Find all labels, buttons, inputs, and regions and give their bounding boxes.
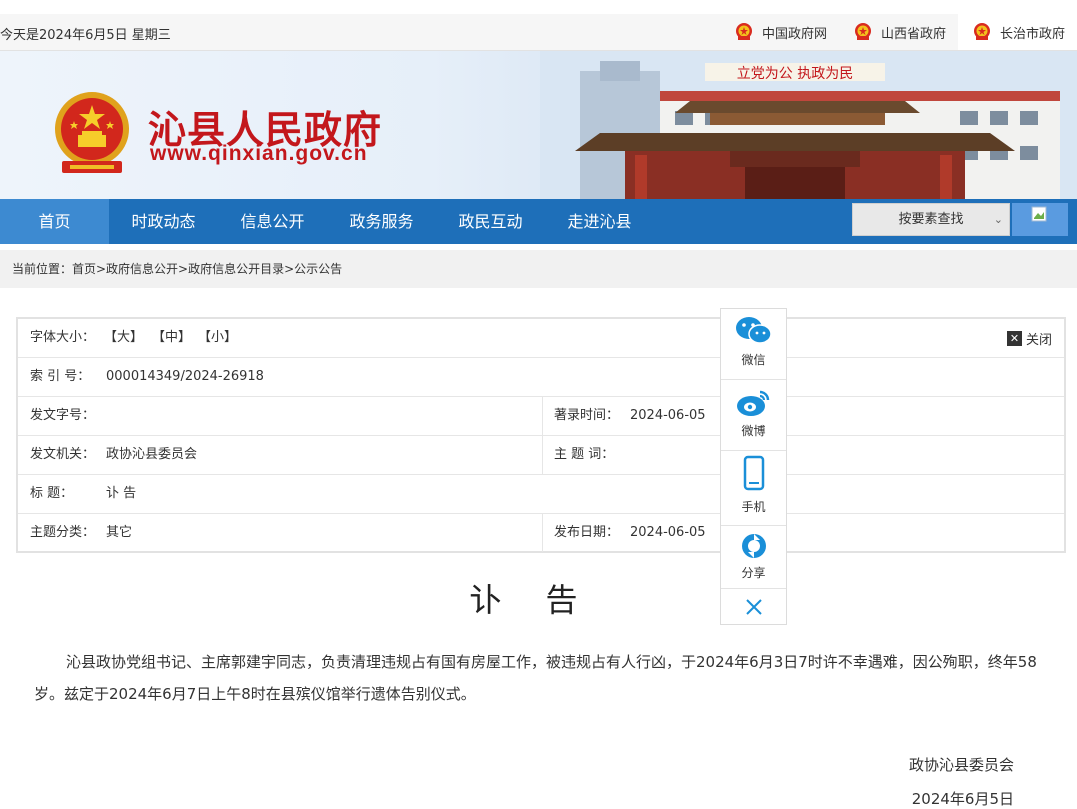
- chevron-down-icon: ⌄: [993, 213, 1003, 226]
- link-shanxi-gov[interactable]: 山西省政府: [839, 14, 958, 50]
- keywords-label: 主 题 词：: [554, 447, 615, 462]
- nav-item-info-open[interactable]: 信息公开: [218, 199, 327, 244]
- nav-item-about-qinxian[interactable]: 走进沁县: [545, 199, 654, 244]
- share-weibo-label: 微博: [741, 424, 766, 438]
- column-divider: [542, 436, 543, 474]
- broken-image-icon: [1031, 206, 1047, 222]
- share-weibo-button[interactable]: 微博: [721, 380, 786, 451]
- mobile-phone-icon: [743, 455, 765, 491]
- font-size-large-link[interactable]: 【大】: [104, 319, 143, 357]
- meta-row-title: 标 题： 讣 告: [18, 475, 1064, 514]
- national-emblem-icon: [973, 23, 990, 40]
- nav-item-news[interactable]: 时政动态: [109, 199, 218, 244]
- share-icon: [742, 534, 766, 558]
- document-title: 讣告: [469, 581, 622, 619]
- publish-date-value: 2024-06-05: [630, 525, 706, 540]
- national-emblem-logo[interactable]: [52, 91, 132, 177]
- title-value: 讣 告: [106, 486, 137, 501]
- publish-date-label: 发布日期：: [554, 525, 620, 540]
- gate-building-image: 立党为公 执政为民: [540, 51, 1077, 199]
- meta-row-index: 索 引 号： 000014349/2024-26918: [18, 358, 1064, 397]
- share-mobile-button[interactable]: 手机: [721, 451, 786, 526]
- search-type-value: 按要素查找: [898, 212, 964, 227]
- record-time-value: 2024-06-05: [630, 408, 706, 423]
- document-date: 2024年6月5日: [911, 790, 1014, 808]
- link-changzhi-gov-label: 长治市政府: [999, 26, 1065, 42]
- close-button[interactable]: ✕ 关闭: [1006, 319, 1052, 357]
- link-changzhi-gov[interactable]: 长治市政府: [957, 14, 1077, 50]
- current-date: 今天是2024年6月5日 星期三: [0, 28, 171, 43]
- close-icon: ✕: [1006, 330, 1022, 346]
- document-meta-table: 字体大小： 【大】 【中】 【小】 ✕ 关闭 索 引 号： 000014349/…: [16, 317, 1066, 553]
- meta-row-issuer: 发文机关： 政协沁县委员会 主 题 词：: [18, 436, 1064, 475]
- document-body: 沁县政协党组书记、主席郭建宇同志，负责清理违规占有国有房屋工作，被违规占有人行凶…: [34, 653, 1037, 703]
- share-wechat-label: 微信: [741, 353, 766, 367]
- column-divider: [542, 514, 543, 552]
- share-mobile-label: 手机: [741, 500, 766, 514]
- document-signature: 政协沁县委员会: [908, 756, 1014, 774]
- category-value: 其它: [106, 525, 133, 540]
- top-bar: 今天是2024年6月5日 星期三 中国政府网 山西省政府 长治市政府: [0, 14, 1077, 51]
- share-wechat-button[interactable]: 微信: [721, 309, 786, 380]
- nav-item-interaction[interactable]: 政民互动: [436, 199, 545, 244]
- font-size-medium-link[interactable]: 【中】: [152, 319, 191, 357]
- issuer-label: 发文机关：: [30, 447, 96, 462]
- wechat-icon: [736, 317, 772, 344]
- record-time-label: 著录时间：: [554, 408, 620, 423]
- top-links: 中国政府网 山西省政府 长治市政府: [720, 14, 1077, 50]
- meta-row-category: 主题分类： 其它 发布日期： 2024-06-05: [18, 514, 1064, 552]
- font-size-small-link[interactable]: 【小】: [198, 319, 237, 357]
- link-china-gov[interactable]: 中国政府网: [720, 14, 839, 50]
- meta-row-font-size: 字体大小： 【大】 【中】 【小】 ✕ 关闭: [18, 319, 1064, 358]
- breadcrumb: 当前位置：首页>政府信息公开>政府信息公开目录>公示公告: [0, 250, 1077, 288]
- national-emblem-icon: [854, 23, 871, 40]
- site-url[interactable]: www.qinxian.gov.cn: [150, 142, 368, 166]
- meta-row-docno: 发文字号： 著录时间： 2024-06-05: [18, 397, 1064, 436]
- breadcrumb-text[interactable]: 当前位置：首页>政府信息公开>政府信息公开目录>公示公告: [12, 262, 342, 276]
- link-china-gov-label: 中国政府网: [761, 26, 827, 42]
- font-size-label: 字体大小：: [30, 330, 96, 345]
- nav-item-home[interactable]: 首页: [0, 199, 109, 244]
- doc-no-label: 发文字号：: [30, 408, 96, 423]
- site-banner: 沁县人民政府 立党为公 执政为民: [0, 51, 1077, 199]
- nav-item-gov-service[interactable]: 政务服务: [327, 199, 436, 244]
- gate-slogan: 立党为公 执政为民: [737, 66, 853, 82]
- search-button[interactable]: [1012, 203, 1068, 236]
- close-label: 关闭: [1025, 332, 1052, 348]
- issuer-value: 政协沁县委员会: [106, 447, 198, 462]
- column-divider: [542, 397, 543, 435]
- title-label: 标 题：: [30, 486, 74, 501]
- index-value: 000014349/2024-26918: [106, 369, 264, 384]
- search-type-select[interactable]: 按要素查找 ⌄: [852, 203, 1010, 236]
- index-label: 索 引 号：: [30, 369, 91, 384]
- weibo-icon: [737, 390, 770, 416]
- category-label: 主题分类：: [30, 525, 96, 540]
- national-emblem-icon: [735, 23, 752, 40]
- link-shanxi-gov-label: 山西省政府: [880, 26, 946, 42]
